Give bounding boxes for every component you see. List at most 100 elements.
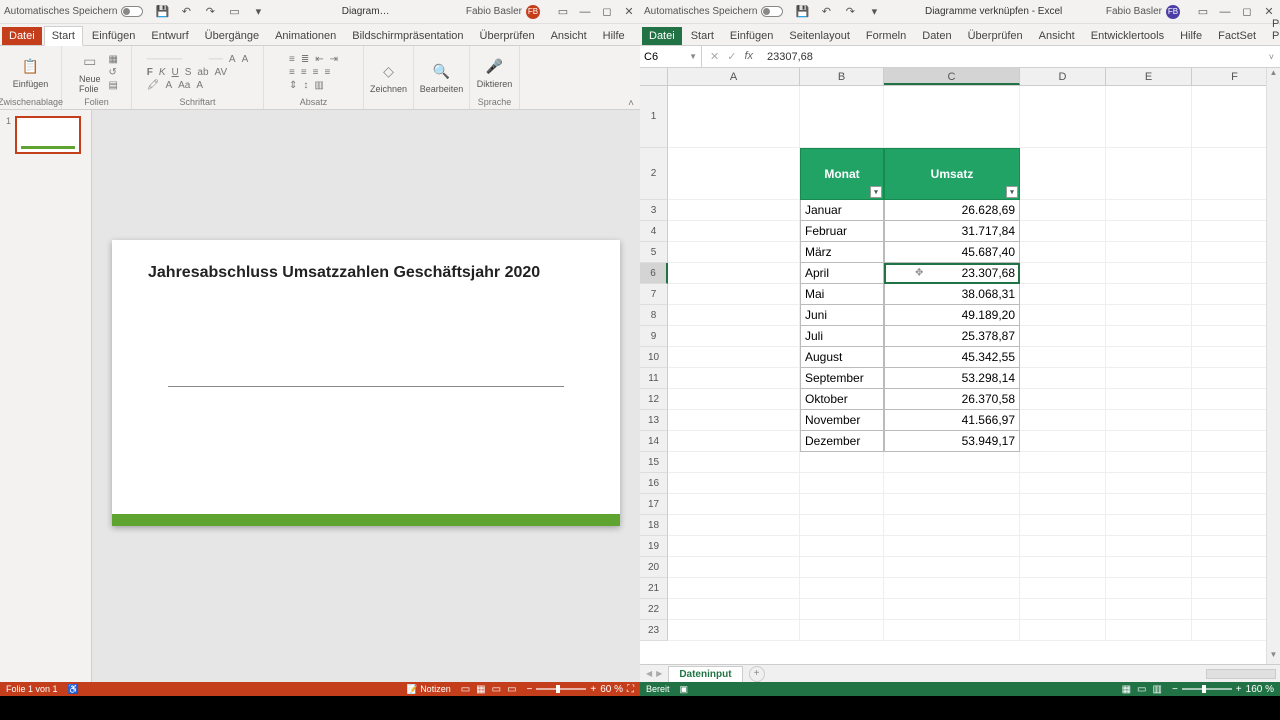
cell[interactable] bbox=[1106, 263, 1192, 284]
slide-canvas[interactable]: Jahresabschluss Umsatzzahlen Geschäftsja… bbox=[92, 110, 640, 682]
cell[interactable] bbox=[668, 557, 800, 578]
cell[interactable] bbox=[668, 305, 800, 326]
font-size-box[interactable]: ── bbox=[209, 54, 223, 65]
paste-button[interactable]: 📋Einfügen bbox=[9, 55, 53, 91]
row-header[interactable]: 4 bbox=[640, 221, 668, 242]
row-header[interactable]: 14 bbox=[640, 431, 668, 452]
tab-start[interactable]: Start bbox=[44, 26, 83, 46]
cell[interactable] bbox=[668, 221, 800, 242]
zoom-out-icon[interactable]: − bbox=[527, 684, 533, 695]
cell[interactable] bbox=[1106, 578, 1192, 599]
maximize-icon[interactable]: ◻ bbox=[600, 5, 614, 19]
cell[interactable] bbox=[884, 557, 1020, 578]
align-left-icon[interactable]: ≡ bbox=[289, 67, 295, 78]
minimize-icon[interactable]: — bbox=[578, 5, 592, 19]
dictate-button[interactable]: 🎤Diktieren bbox=[473, 55, 517, 91]
cell[interactable] bbox=[668, 242, 800, 263]
cell[interactable] bbox=[800, 86, 884, 148]
highlight-icon[interactable]: 🖍 bbox=[147, 80, 160, 91]
vertical-scrollbar[interactable]: ▲ ▼ bbox=[1266, 68, 1280, 664]
sheet-nav-prev-icon[interactable]: ◀ bbox=[646, 669, 652, 678]
cell[interactable] bbox=[884, 620, 1020, 641]
row-header[interactable]: 12 bbox=[640, 389, 668, 410]
cell[interactable] bbox=[1020, 221, 1106, 242]
cell[interactable] bbox=[668, 599, 800, 620]
toggle-icon[interactable] bbox=[121, 6, 143, 17]
zoom-level[interactable]: 160 % bbox=[1246, 684, 1274, 695]
collapse-ribbon-icon[interactable]: ˄ bbox=[622, 98, 640, 109]
table-header-monat[interactable]: Monat▾ bbox=[800, 148, 884, 200]
autosave-toggle[interactable]: Automatisches Speichern bbox=[644, 6, 783, 17]
formula-input[interactable]: 23307,68 bbox=[761, 51, 1263, 63]
row-header[interactable]: 2 bbox=[640, 148, 668, 200]
cell-value[interactable]: 38.068,31 bbox=[884, 284, 1020, 305]
zoom-in-icon[interactable]: + bbox=[590, 684, 596, 695]
row-header[interactable]: 1 bbox=[640, 86, 668, 148]
font-family-box[interactable]: ───── bbox=[147, 54, 203, 65]
cell[interactable] bbox=[800, 515, 884, 536]
cell[interactable] bbox=[1020, 410, 1106, 431]
tab-developer[interactable]: Entwicklertools bbox=[1084, 27, 1171, 45]
cell[interactable] bbox=[1020, 368, 1106, 389]
cell[interactable] bbox=[800, 620, 884, 641]
case-icon[interactable]: Aa bbox=[178, 80, 190, 91]
undo-icon[interactable]: ↶ bbox=[819, 5, 833, 19]
cell[interactable] bbox=[1106, 284, 1192, 305]
tab-design[interactable]: Entwurf bbox=[144, 27, 195, 45]
row-header[interactable]: 21 bbox=[640, 578, 668, 599]
user-account[interactable]: Fabio Basler FB bbox=[1106, 5, 1180, 19]
scroll-down-icon[interactable]: ▼ bbox=[1267, 650, 1280, 664]
filter-button[interactable]: ▾ bbox=[1006, 186, 1018, 198]
cell[interactable] bbox=[800, 473, 884, 494]
cell[interactable] bbox=[1106, 620, 1192, 641]
cell[interactable] bbox=[1020, 305, 1106, 326]
reset-icon[interactable]: ↺ bbox=[109, 67, 117, 78]
cell-grid[interactable]: 12Monat▾Umsatz▾3Januar26.628,694Februar3… bbox=[640, 86, 1280, 664]
filter-button[interactable]: ▾ bbox=[870, 186, 882, 198]
cell[interactable] bbox=[668, 200, 800, 221]
zoom-in-icon[interactable]: + bbox=[1236, 684, 1242, 695]
row-header[interactable]: 18 bbox=[640, 515, 668, 536]
cell[interactable] bbox=[1020, 452, 1106, 473]
normal-view-icon[interactable]: ▦ bbox=[1122, 684, 1131, 695]
layout-icon[interactable]: ▦ bbox=[109, 54, 118, 65]
macro-record-icon[interactable]: ▣ bbox=[680, 684, 689, 695]
horizontal-scrollbar[interactable] bbox=[1206, 669, 1276, 679]
italic-icon[interactable]: K bbox=[159, 67, 166, 78]
row-header[interactable]: 6 bbox=[640, 263, 668, 284]
row-header[interactable]: 7 bbox=[640, 284, 668, 305]
bullets-icon[interactable]: ≡ bbox=[289, 54, 295, 65]
sorter-view-icon[interactable]: ▦ bbox=[476, 684, 485, 695]
cell[interactable] bbox=[668, 389, 800, 410]
cell[interactable] bbox=[668, 536, 800, 557]
row-header[interactable]: 22 bbox=[640, 599, 668, 620]
cell-month[interactable]: Dezember bbox=[800, 431, 884, 452]
cell[interactable] bbox=[884, 515, 1020, 536]
slide-thumbnail-1[interactable] bbox=[15, 116, 81, 154]
line-spacing-icon[interactable]: ⇕ bbox=[289, 80, 297, 91]
section-icon[interactable]: ▤ bbox=[109, 80, 118, 91]
col-header-E[interactable]: E bbox=[1106, 68, 1192, 85]
draw-button[interactable]: ◇Zeichnen bbox=[366, 60, 411, 96]
sheet-nav-next-icon[interactable]: ▶ bbox=[656, 669, 662, 678]
cell[interactable] bbox=[1020, 473, 1106, 494]
cell[interactable] bbox=[1020, 263, 1106, 284]
cell-month[interactable]: August bbox=[800, 347, 884, 368]
cell[interactable] bbox=[1106, 452, 1192, 473]
cell[interactable] bbox=[800, 536, 884, 557]
tab-animations[interactable]: Animationen bbox=[268, 27, 343, 45]
cell-value[interactable]: 53.298,14 bbox=[884, 368, 1020, 389]
cell[interactable] bbox=[1106, 515, 1192, 536]
cell-month[interactable]: Januar bbox=[800, 200, 884, 221]
slide-title-text[interactable]: Jahresabschluss Umsatzzahlen Geschäftsja… bbox=[148, 264, 584, 282]
col-header-B[interactable]: B bbox=[800, 68, 884, 85]
indent-dec-icon[interactable]: ⇤ bbox=[315, 54, 323, 65]
row-header[interactable]: 10 bbox=[640, 347, 668, 368]
cell[interactable] bbox=[668, 326, 800, 347]
tab-help[interactable]: Hilfe bbox=[596, 27, 632, 45]
col-header-D[interactable]: D bbox=[1020, 68, 1106, 85]
cell[interactable] bbox=[1106, 347, 1192, 368]
minimize-icon[interactable]: — bbox=[1218, 5, 1232, 19]
align-right-icon[interactable]: ≡ bbox=[313, 67, 319, 78]
start-slideshow-icon[interactable]: ▭ bbox=[227, 5, 241, 19]
